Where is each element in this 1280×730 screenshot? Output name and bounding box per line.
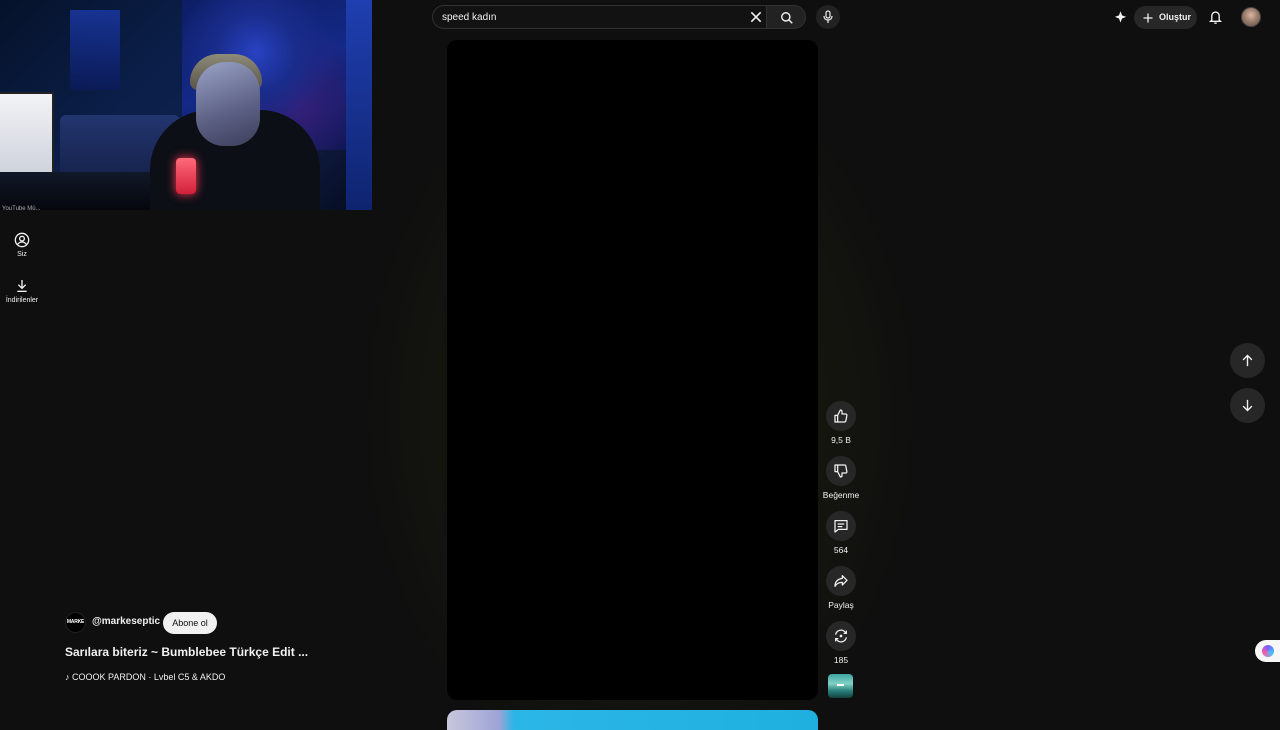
user-avatar[interactable] (1241, 7, 1261, 27)
webcam-person-head (196, 62, 260, 146)
arrow-down-icon (1242, 399, 1253, 412)
sidebar-item-label: Siz (17, 251, 27, 258)
sparkle-icon (1114, 11, 1127, 23)
music-note-icon: ♪ (65, 672, 70, 682)
close-icon (750, 11, 762, 23)
music-info[interactable]: ♪ COOOK PARDON · Lvbel C5 & AKDO (65, 672, 225, 682)
music-label: COOOK PARDON · Lvbel C5 & AKDO (72, 672, 226, 682)
webcam-lamp (176, 158, 196, 194)
remix-button[interactable] (826, 621, 856, 651)
dislike-label: Beğenme (822, 490, 860, 500)
arrow-up-icon (1242, 354, 1253, 367)
search-button[interactable] (766, 5, 806, 29)
thumbs-down-icon (834, 464, 848, 478)
subscribe-button[interactable]: Abone ol (163, 612, 217, 634)
download-icon (17, 280, 27, 292)
extension-logo-icon (1262, 645, 1274, 657)
ai-sparkle-button[interactable] (1113, 10, 1128, 30)
create-button[interactable]: Oluştur (1134, 6, 1197, 29)
create-button-label: Oluştur (1159, 12, 1192, 22)
comments-action: 564 (825, 511, 857, 555)
microphone-icon (823, 10, 833, 23)
voice-search-button[interactable] (816, 5, 840, 29)
search-input[interactable] (442, 10, 732, 24)
search-icon (781, 12, 793, 24)
share-icon (834, 575, 848, 587)
account-circle-icon (14, 232, 30, 248)
dislike-button[interactable] (826, 456, 856, 486)
notifications-button[interactable] (1208, 9, 1223, 30)
comment-count: 564 (833, 545, 849, 555)
remix-action: 185 (825, 621, 857, 665)
channel-avatar[interactable]: MARKE (65, 612, 86, 633)
remix-icon (835, 629, 847, 643)
previous-short-button[interactable] (1230, 343, 1265, 378)
sidebar-item-you[interactable]: Siz (0, 232, 44, 258)
comment-icon (834, 520, 848, 533)
webcam-wall-tapestry (70, 10, 120, 90)
sidebar-item-downloads[interactable]: İndirilenler (0, 278, 44, 304)
search-box (432, 5, 766, 29)
dislike-action: Beğenme (823, 456, 859, 500)
plus-icon (1143, 13, 1153, 23)
like-button[interactable] (826, 401, 856, 431)
webcam-monitor (0, 92, 54, 174)
share-action: Paylaş (825, 566, 857, 610)
remix-count: 185 (833, 655, 849, 665)
bell-icon (1208, 11, 1223, 24)
next-short-preview[interactable] (447, 710, 818, 730)
sidebar-item-label: İndirilenler (5, 297, 39, 304)
sidebar-cropped-label: YouTube Mü... (2, 206, 41, 212)
share-label: Paylaş (828, 600, 854, 610)
shorts-video-player[interactable] (447, 40, 818, 700)
webcam-door (346, 0, 372, 210)
sound-thumbnail-button[interactable] (828, 674, 853, 698)
extension-widget[interactable] (1255, 640, 1280, 662)
channel-handle[interactable]: @markeseptic (92, 616, 160, 627)
comments-button[interactable] (826, 511, 856, 541)
like-count: 9,5 B (831, 435, 851, 445)
webcam-overlay (0, 0, 372, 210)
next-short-button[interactable] (1230, 388, 1265, 423)
like-action: 9,5 B (825, 401, 857, 445)
share-button[interactable] (826, 566, 856, 596)
clear-search-button[interactable] (748, 9, 764, 30)
short-title[interactable]: Sarılara biteriz ~ Bumblebee Türkçe Edit… (65, 645, 308, 659)
thumbs-up-icon (834, 409, 848, 423)
